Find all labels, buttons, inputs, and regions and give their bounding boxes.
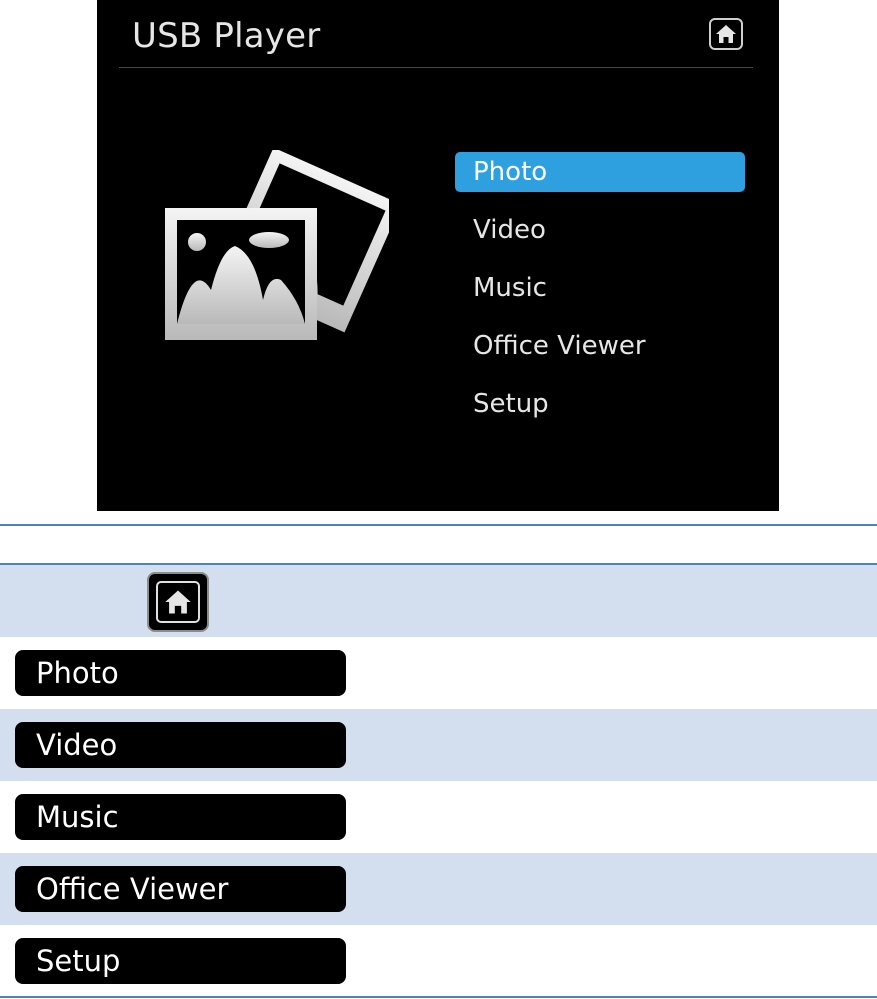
table-home-button[interactable] [147, 572, 209, 632]
screen-title: USB Player [132, 16, 321, 56]
table-bottom-rule [0, 996, 877, 998]
video-button[interactable]: Video [15, 722, 346, 768]
title-divider [119, 67, 753, 68]
home-button[interactable] [709, 18, 743, 50]
usb-player-screen: USB Player Photo Video Music Office View… [97, 0, 779, 511]
home-icon [716, 25, 736, 43]
menu-item-video[interactable]: Video [455, 210, 745, 250]
music-button[interactable]: Music [15, 794, 346, 840]
table-top-rule [0, 524, 877, 526]
menu-item-music[interactable]: Music [455, 268, 745, 308]
table-home-frame [156, 581, 200, 623]
table-header-row [0, 565, 877, 637]
photo-button[interactable]: Photo [15, 650, 346, 696]
menu-item-setup[interactable]: Setup [455, 384, 745, 424]
setup-button[interactable]: Setup [15, 938, 346, 984]
photo-gallery-icon [165, 150, 389, 340]
office-viewer-button[interactable]: Office Viewer [15, 866, 346, 912]
home-icon [165, 590, 191, 614]
main-menu: Photo Video Music Office Viewer Setup [455, 152, 745, 442]
menu-item-office-viewer[interactable]: Office Viewer [455, 326, 745, 366]
menu-item-photo[interactable]: Photo [455, 152, 745, 192]
